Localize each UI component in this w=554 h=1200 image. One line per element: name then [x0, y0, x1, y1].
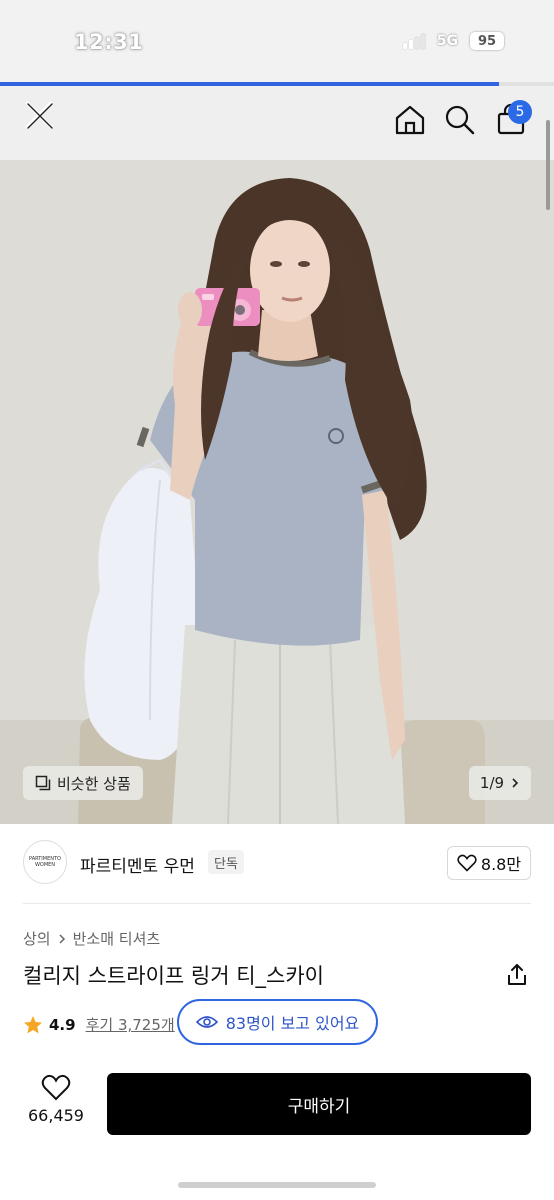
exclusive-badge: 단독 — [208, 850, 244, 874]
copy-icon — [35, 775, 51, 791]
breadcrumb-item-subcategory[interactable]: 반소매 티셔츠 — [73, 928, 161, 949]
wishlist-button[interactable]: 66,459 — [20, 1074, 92, 1134]
brand-like-count: 8.8만 — [480, 855, 522, 874]
close-button[interactable] — [22, 98, 58, 134]
chevron-right-icon — [59, 933, 65, 944]
brand-name[interactable]: 파르티멘토 우먼 — [80, 852, 195, 877]
home-indicator — [178, 1182, 376, 1188]
network-label: 5G — [436, 33, 458, 49]
breadcrumb-item-category[interactable]: 상의 — [23, 928, 51, 949]
cart-count-badge: 5 — [508, 100, 532, 124]
brand-like-button[interactable]: 8.8만 — [447, 846, 531, 880]
image-pager-index: 1/9 — [479, 774, 505, 792]
search-icon — [445, 105, 475, 135]
brand-logo-line2: WOMEN — [34, 862, 56, 868]
similar-products-button[interactable]: 비슷한 상품 — [23, 766, 143, 800]
status-bar: 12:31 5G 95 — [0, 0, 554, 82]
image-pager[interactable]: 1/9 — [469, 766, 531, 800]
viewers-label: 83명이 보고 있어요 — [225, 1014, 360, 1033]
viewers-tooltip: 83명이 보고 있어요 — [177, 999, 378, 1045]
close-icon — [25, 101, 53, 129]
buy-button[interactable]: 구매하기 — [107, 1073, 531, 1135]
signal-icon — [402, 33, 425, 49]
search-button[interactable] — [442, 102, 478, 138]
product-image[interactable] — [0, 160, 554, 824]
home-button[interactable] — [392, 102, 428, 138]
rating-row: 4.9 후기 3,725개 — [23, 1014, 175, 1035]
status-time: 12:31 — [74, 30, 144, 54]
scrollbar-thumb[interactable] — [546, 120, 550, 210]
divider — [23, 903, 531, 904]
review-link[interactable]: 후기 3,725개 — [86, 1014, 175, 1035]
home-icon — [395, 105, 425, 135]
brand-row[interactable]: PARTIMENTO WOMEN 파르티멘토 우먼 단독 8.8만 — [0, 824, 554, 904]
breadcrumb: 상의 반소매 티셔츠 — [23, 928, 160, 949]
product-photo — [0, 160, 554, 824]
share-icon — [508, 964, 526, 985]
battery-icon: 95 — [470, 32, 504, 50]
battery-level: 95 — [477, 33, 497, 49]
rating-value: 4.9 — [49, 1015, 76, 1034]
share-button[interactable] — [504, 962, 530, 988]
brand-logo[interactable]: PARTIMENTO WOMEN — [23, 840, 67, 884]
top-nav — [0, 86, 554, 160]
heart-icon — [41, 1074, 71, 1101]
star-icon — [24, 1015, 42, 1033]
heart-icon — [457, 854, 477, 872]
status-indicators: 5G 95 — [402, 32, 504, 50]
eye-icon — [195, 1016, 218, 1028]
similar-products-label: 비슷한 상품 — [57, 774, 131, 793]
product-title: 컬리지 스트라이프 링거 티_스카이 — [23, 964, 325, 988]
wishlist-count: 66,459 — [28, 1106, 84, 1125]
chevron-right-icon — [512, 778, 519, 788]
